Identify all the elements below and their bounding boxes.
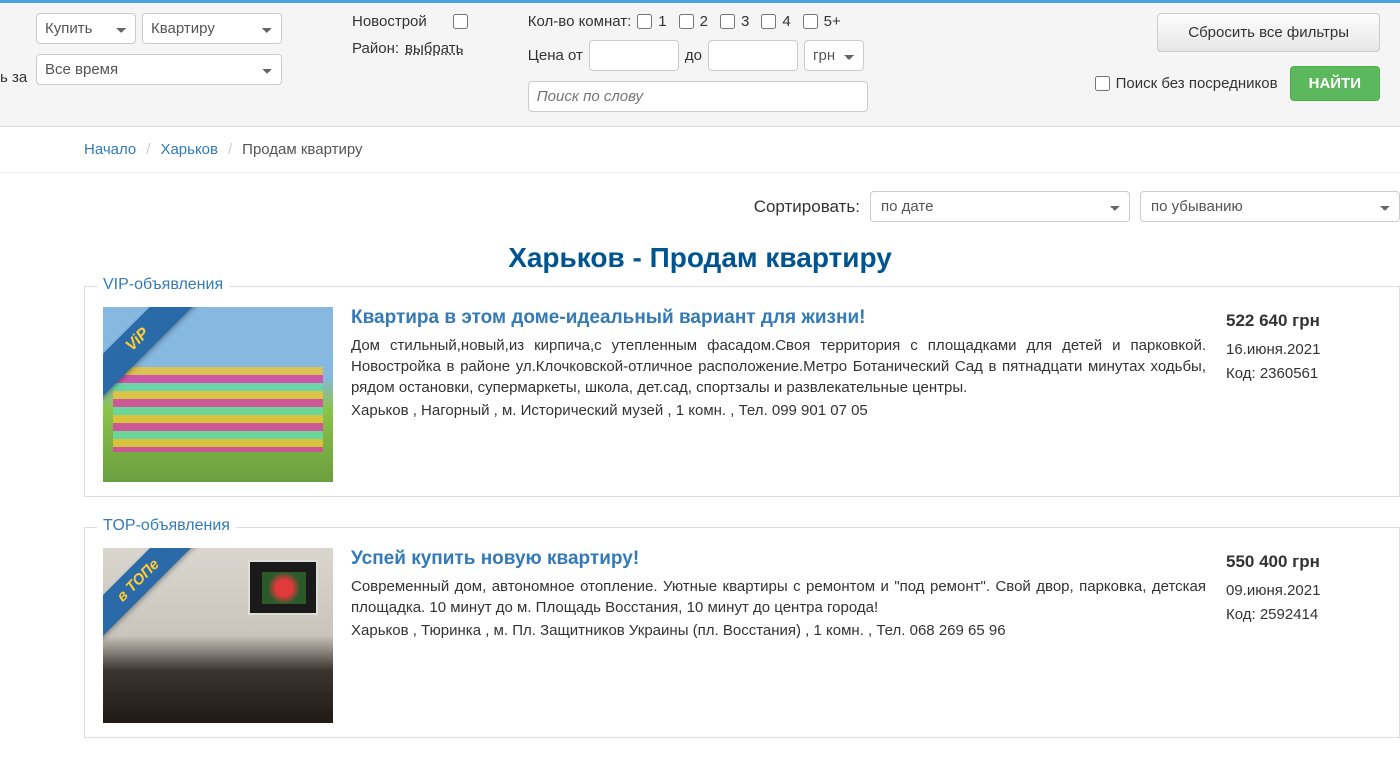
no-agents-wrapper[interactable]: Поиск без посредников xyxy=(1095,75,1278,92)
breadcrumb: Начало / Харьков / Продам квартиру xyxy=(84,141,1400,158)
listing-code: Код: 2592414 xyxy=(1226,603,1381,627)
breadcrumb-city[interactable]: Харьков xyxy=(160,141,218,158)
breadcrumb-sep: / xyxy=(228,141,232,158)
rooms-checkbox-1[interactable] xyxy=(637,14,652,29)
listing-price: 550 400 грн xyxy=(1226,548,1381,575)
reset-filters-button[interactable]: Сбросить все фильтры xyxy=(1157,13,1380,52)
page-title: Харьков - Продам квартиру xyxy=(0,242,1400,274)
listing-description: Дом стильный,новый,из кирпича,с утепленн… xyxy=(351,335,1206,398)
vip-section: VIP-объявления ViP Квартира в этом доме-… xyxy=(84,286,1400,497)
top-section-legend: TOP-объявления xyxy=(97,517,236,535)
price-to-label: до xyxy=(685,47,702,64)
no-agents-checkbox[interactable] xyxy=(1095,76,1110,91)
listing-thumbnail[interactable]: в ТОПе xyxy=(103,548,333,723)
rooms-option-3: 3 xyxy=(741,13,749,30)
breadcrumb-sep: / xyxy=(146,141,150,158)
district-select-link[interactable]: выбрать xyxy=(405,40,463,57)
vip-section-legend: VIP-объявления xyxy=(97,276,229,294)
breadcrumb-bar: Начало / Харьков / Продам квартиру xyxy=(0,127,1400,173)
property-type-select[interactable]: Квартиру xyxy=(142,13,282,44)
listing-item: в ТОПе Успей купить новую квартиру! Совр… xyxy=(103,548,1381,723)
listing-item: ViP Квартира в этом доме-идеальный вариа… xyxy=(103,307,1381,482)
rooms-option-2: 2 xyxy=(700,13,708,30)
newbuild-label: Новострой xyxy=(352,13,427,30)
time-period-select[interactable]: Все время xyxy=(36,54,282,85)
filter-bar: ь за Купить Квартиру Все время Новострой… xyxy=(0,0,1400,127)
price-to-input[interactable] xyxy=(708,40,798,71)
listing-date: 16.июня.2021 xyxy=(1226,338,1381,362)
find-button[interactable]: НАЙТИ xyxy=(1290,66,1380,101)
listing-price: 522 640 грн xyxy=(1226,307,1381,334)
breadcrumb-current: Продам квартиру xyxy=(242,141,362,158)
breadcrumb-home[interactable]: Начало xyxy=(84,141,136,158)
listing-description: Современный дом, автономное отопление. У… xyxy=(351,576,1206,618)
no-agents-label: Поиск без посредников xyxy=(1116,75,1278,92)
sort-label: Сортировать: xyxy=(754,197,860,217)
rooms-label: Кол-во комнат: xyxy=(528,13,632,30)
time-period-label-partial: ь за xyxy=(0,69,27,86)
rooms-option-1: 1 xyxy=(658,13,666,30)
top-section: TOP-объявления в ТОПе Успей купить новую… xyxy=(84,527,1400,738)
newbuild-checkbox[interactable] xyxy=(453,14,468,29)
listing-title[interactable]: Успей купить новую квартиру! xyxy=(351,548,1206,570)
rooms-checkbox-5plus[interactable] xyxy=(803,14,818,29)
listing-code: Код: 2360561 xyxy=(1226,362,1381,386)
price-from-input[interactable] xyxy=(589,40,679,71)
listing-thumbnail[interactable]: ViP xyxy=(103,307,333,482)
listing-date: 09.июня.2021 xyxy=(1226,579,1381,603)
district-label: Район: xyxy=(352,40,399,57)
rooms-checkbox-3[interactable] xyxy=(720,14,735,29)
rooms-option-4: 4 xyxy=(782,13,790,30)
sort-direction-select[interactable]: по убыванию xyxy=(1140,191,1400,222)
keyword-search-input[interactable] xyxy=(528,81,868,112)
currency-select[interactable]: грн xyxy=(804,40,864,71)
listing-meta: Харьков , Нагорный , м. Исторический муз… xyxy=(351,402,1206,419)
listing-meta: Харьков , Тюринка , м. Пл. Защитников Ук… xyxy=(351,622,1206,639)
sort-row: Сортировать: по дате по убыванию xyxy=(0,173,1400,234)
sort-by-select[interactable]: по дате xyxy=(870,191,1130,222)
rooms-option-5plus: 5+ xyxy=(824,13,841,30)
top-ribbon: в ТОПе xyxy=(103,548,201,644)
rooms-checkbox-4[interactable] xyxy=(761,14,776,29)
listing-title[interactable]: Квартира в этом доме-идеальный вариант д… xyxy=(351,307,1206,329)
price-from-label: Цена от xyxy=(528,47,583,64)
action-select[interactable]: Купить xyxy=(36,13,136,44)
rooms-checkbox-2[interactable] xyxy=(679,14,694,29)
